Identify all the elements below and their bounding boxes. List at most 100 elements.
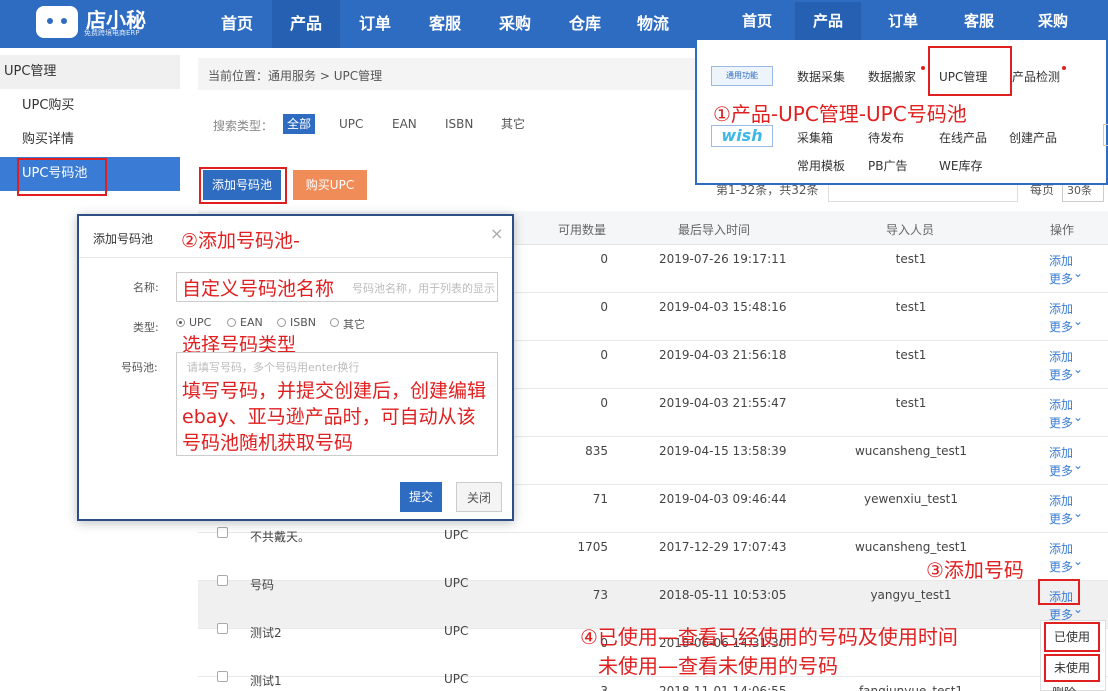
nav-service[interactable]: 客服 (414, 0, 476, 48)
menu-product-check[interactable]: 产品检测 (1012, 68, 1060, 85)
annotation-box-sidebar (17, 158, 107, 196)
close-button[interactable]: 关闭 (456, 482, 502, 512)
menu-common-template[interactable]: 常用模板 (797, 157, 845, 174)
chevron-down-icon: ⌄ (1073, 314, 1084, 328)
menu-create-product[interactable]: 创建产品 (1009, 129, 1057, 146)
annotation-pool: 填写号码，并提交创建后，创建编辑ebay、亚马逊产品时，可自动从该号码池随机获取… (182, 380, 487, 454)
radio-upc[interactable] (176, 318, 185, 327)
op-add-link[interactable]: 添加 (1049, 540, 1073, 557)
op-more-link[interactable]: 更多 (1049, 510, 1073, 527)
pool-label: 号码池: (121, 361, 158, 374)
product-menu-popover: 首页 产品 订单 客服 采购 通用功能 数据采集 数据搬家 UPC管理 产品检测… (695, 0, 1108, 185)
submit-button[interactable]: 提交 (400, 482, 442, 512)
sidebar-item-buy-detail[interactable]: 购买详情 (0, 123, 180, 157)
popover-scroll-edge (1103, 124, 1108, 146)
filter-all[interactable]: 全部 (283, 114, 316, 134)
cell-importer: wucansheng_test1 (854, 540, 968, 554)
popover-nav-service[interactable]: 客服 (949, 2, 1009, 40)
filter-ean[interactable]: EAN (388, 114, 421, 134)
radio-ean[interactable] (227, 318, 236, 327)
cell-available: 0 (600, 348, 608, 362)
type-label: 类型: (133, 321, 159, 334)
annotation-step1: ①产品-UPC管理-UPC号码池 (713, 102, 967, 126)
op-add-link[interactable]: 添加 (1049, 300, 1073, 317)
cell-import-time: 2019-04-15 13:58:39 (659, 444, 787, 458)
cell-available: 73 (592, 588, 608, 602)
op-add-link[interactable]: 添加 (1049, 444, 1073, 461)
search-type-label: 搜索类型： (213, 119, 274, 133)
op-more-link[interactable]: 更多 (1049, 270, 1073, 287)
breadcrumb-path: 通用服务 > UPC管理 (268, 69, 383, 83)
popover-nav-product[interactable]: 产品 (795, 2, 861, 40)
sidebar-item-upc-buy[interactable]: UPC购买 (0, 89, 180, 123)
annotation-box-upc-manage (928, 46, 1012, 96)
op-more-link[interactable]: 更多 (1049, 558, 1073, 575)
menu-data-move[interactable]: 数据搬家 (868, 68, 916, 85)
radio-ean-label: EAN (240, 316, 263, 329)
op-more-link[interactable]: 更多 (1049, 318, 1073, 335)
nav-product[interactable]: 产品 (272, 0, 340, 48)
filter-other[interactable]: 其它 (497, 114, 529, 134)
logo-icon[interactable] (36, 6, 78, 38)
cell-type: UPC (444, 576, 469, 590)
close-icon[interactable]: × (490, 224, 503, 243)
th-operation: 操作 (1050, 223, 1075, 237)
row-checkbox[interactable] (217, 527, 228, 538)
cell-import-time: 2019-04-03 15:48:16 (659, 300, 787, 314)
cell-name: 测试1 (250, 674, 282, 688)
op-more-link[interactable]: 更多 (1049, 366, 1073, 383)
popover-nav-order[interactable]: 订单 (873, 2, 933, 40)
cell-import-time: 2019-07-26 19:17:11 (659, 252, 787, 266)
menu-we-stock[interactable]: WE库存 (939, 157, 982, 174)
popover-nav-home[interactable]: 首页 (727, 2, 787, 40)
cell-type: UPC (444, 624, 469, 638)
th-last-import: 最后导入时间 (678, 223, 751, 237)
cell-available: 0 (600, 252, 608, 266)
menu-collect-box[interactable]: 采集箱 (797, 129, 833, 146)
th-available: 可用数量 (558, 223, 607, 237)
dropdown-unused[interactable]: 未使用 (1044, 654, 1100, 682)
chevron-down-icon: ⌄ (1073, 506, 1084, 520)
pool-numbers-placeholder: 请填写号码，多个号码用enter换行 (187, 361, 360, 374)
row-checkbox[interactable] (217, 671, 228, 682)
filter-isbn[interactable]: ISBN (441, 114, 477, 134)
annotation-step4-line2: 未使用—查看未使用的号码 (598, 654, 838, 678)
row-checkbox[interactable] (217, 623, 228, 634)
th-importer: 导入人员 (886, 223, 935, 237)
row-checkbox[interactable] (217, 575, 228, 586)
op-more-link[interactable]: 更多 (1049, 462, 1073, 479)
filter-upc[interactable]: UPC (335, 114, 367, 134)
menu-data-collect[interactable]: 数据采集 (797, 68, 845, 85)
cell-import-time: 2018-11-01 14:06:55 (659, 684, 787, 691)
op-add-link[interactable]: 添加 (1049, 396, 1073, 413)
radio-other[interactable] (330, 318, 339, 327)
op-add-link[interactable]: 添加 (1049, 252, 1073, 269)
nav-order[interactable]: 订单 (344, 0, 406, 48)
cell-importer: test1 (895, 396, 927, 410)
cell-import-time: 2017-12-29 17:07:43 (659, 540, 787, 554)
chevron-down-icon: ⌄ (1073, 266, 1084, 280)
cell-importer: yewenxiu_test1 (863, 492, 958, 506)
cell-import-time: 2019-04-03 09:46:44 (659, 492, 787, 506)
menu-online-product[interactable]: 在线产品 (939, 129, 987, 146)
radio-isbn[interactable] (277, 318, 286, 327)
add-pool-dialog: 添加号码池 ②添加号码池- × 名称: 号码池名称，用于列表的显示 自定义号码池… (77, 214, 514, 521)
nav-home[interactable]: 首页 (206, 0, 268, 48)
nav-purchase[interactable]: 采购 (484, 0, 546, 48)
dropdown-delete[interactable]: 删除 (1052, 684, 1076, 691)
cell-import-time: 2019-04-03 21:55:47 (659, 396, 787, 410)
popover-nav-purchase[interactable]: 采购 (1023, 2, 1083, 40)
name-label: 名称: (133, 281, 159, 294)
cell-importer: wucansheng_test1 (854, 444, 968, 458)
nav-logistics[interactable]: 物流 (622, 0, 684, 48)
menu-pb-ads[interactable]: PB广告 (868, 157, 907, 174)
nav-warehouse[interactable]: 仓库 (554, 0, 616, 48)
annotation-box-add-pool (199, 167, 287, 204)
op-add-link[interactable]: 添加 (1049, 348, 1073, 365)
op-more-link[interactable]: 更多 (1049, 414, 1073, 431)
dropdown-used[interactable]: 已使用 (1044, 622, 1100, 652)
cell-import-time: 2018-05-11 10:53:05 (659, 588, 787, 602)
op-add-link[interactable]: 添加 (1049, 492, 1073, 509)
menu-pending-publish[interactable]: 待发布 (868, 129, 904, 146)
buy-upc-button[interactable]: 购买UPC (293, 170, 367, 200)
